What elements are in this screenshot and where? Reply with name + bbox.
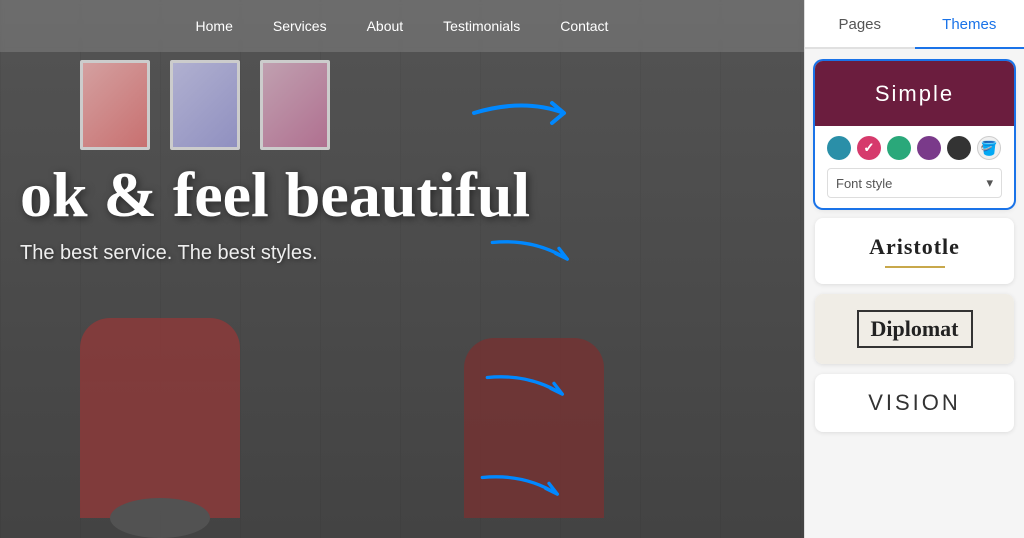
wall-photos: [80, 60, 330, 150]
hero-section: ok & feel beautiful The best service. Th…: [0, 160, 530, 265]
arrow-4: [464, 465, 584, 515]
theme-aristotle-card[interactable]: Aristotle: [815, 218, 1014, 284]
nav-about[interactable]: About: [367, 18, 404, 34]
theme-aristotle-body: Aristotle: [815, 218, 1014, 284]
arrow-3: [469, 365, 589, 415]
swatch-teal[interactable]: [827, 136, 851, 160]
theme-aristotle-line: [885, 266, 945, 268]
theme-simple-label: Simple: [875, 81, 954, 107]
tab-themes[interactable]: Themes: [915, 0, 1024, 49]
theme-diplomat-label: Diplomat: [857, 310, 973, 348]
nav-services[interactable]: Services: [273, 18, 327, 34]
swatch-purple[interactable]: [917, 136, 941, 160]
wall-photo-3: [260, 60, 330, 150]
theme-simple-header: Simple: [815, 61, 1014, 126]
swatch-pink[interactable]: ✓: [857, 136, 881, 160]
arrow-1: [464, 88, 584, 138]
nav-testimonials[interactable]: Testimonials: [443, 18, 520, 34]
nav-home[interactable]: Home: [196, 18, 233, 34]
theme-diplomat-card[interactable]: Diplomat: [815, 294, 1014, 364]
hero-subtitle: The best service. The best styles.: [20, 242, 530, 265]
theme-simple-card[interactable]: Simple ✓ 🪣 Font style ▾: [815, 61, 1014, 208]
wall-photo-1: [80, 60, 150, 150]
theme-diplomat-body: Diplomat: [815, 294, 1014, 364]
themes-list: Simple ✓ 🪣 Font style ▾: [805, 49, 1024, 538]
wall-photo-2: [170, 60, 240, 150]
nav-bar: Home Services About Testimonials Contact: [0, 0, 804, 52]
theme-simple-body: ✓ 🪣 Font style ▾: [815, 126, 1014, 208]
theme-vision-card[interactable]: Vision: [815, 374, 1014, 432]
dropdown-chevron-icon: ▾: [986, 175, 993, 191]
tab-pages[interactable]: Pages: [805, 0, 915, 47]
sidebar: Pages Themes Simple ✓ 🪣: [804, 0, 1024, 538]
font-style-dropdown[interactable]: Font style ▾: [827, 168, 1002, 198]
hero-title: ok & feel beautiful: [20, 160, 530, 230]
swatch-custom-paint[interactable]: 🪣: [977, 136, 1001, 160]
swatch-green[interactable]: [887, 136, 911, 160]
theme-aristotle-label: Aristotle: [827, 234, 1002, 260]
color-swatches: ✓ 🪣: [827, 136, 1002, 160]
sidebar-tabs: Pages Themes: [805, 0, 1024, 49]
salon-chair-left: [80, 318, 240, 518]
theme-vision-label: Vision: [827, 390, 1002, 416]
swatch-black[interactable]: [947, 136, 971, 160]
arrow-2: [474, 230, 594, 280]
font-style-label: Font style: [836, 176, 892, 191]
theme-vision-body: Vision: [815, 374, 1014, 432]
nav-contact[interactable]: Contact: [560, 18, 608, 34]
website-preview: Home Services About Testimonials Contact…: [0, 0, 804, 538]
